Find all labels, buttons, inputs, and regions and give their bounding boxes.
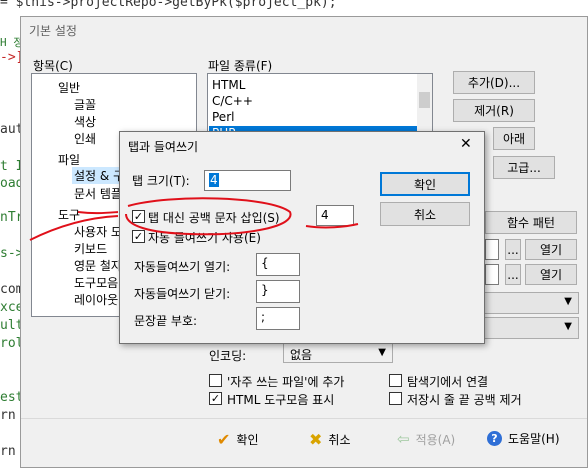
annotation-circle	[125, 197, 292, 236]
annotation-stroke-mid	[77, 211, 119, 215]
annotation-underline	[305, 223, 359, 229]
red-annotation-overlay	[29, 197, 359, 241]
annotation-stroke-left	[29, 215, 119, 241]
